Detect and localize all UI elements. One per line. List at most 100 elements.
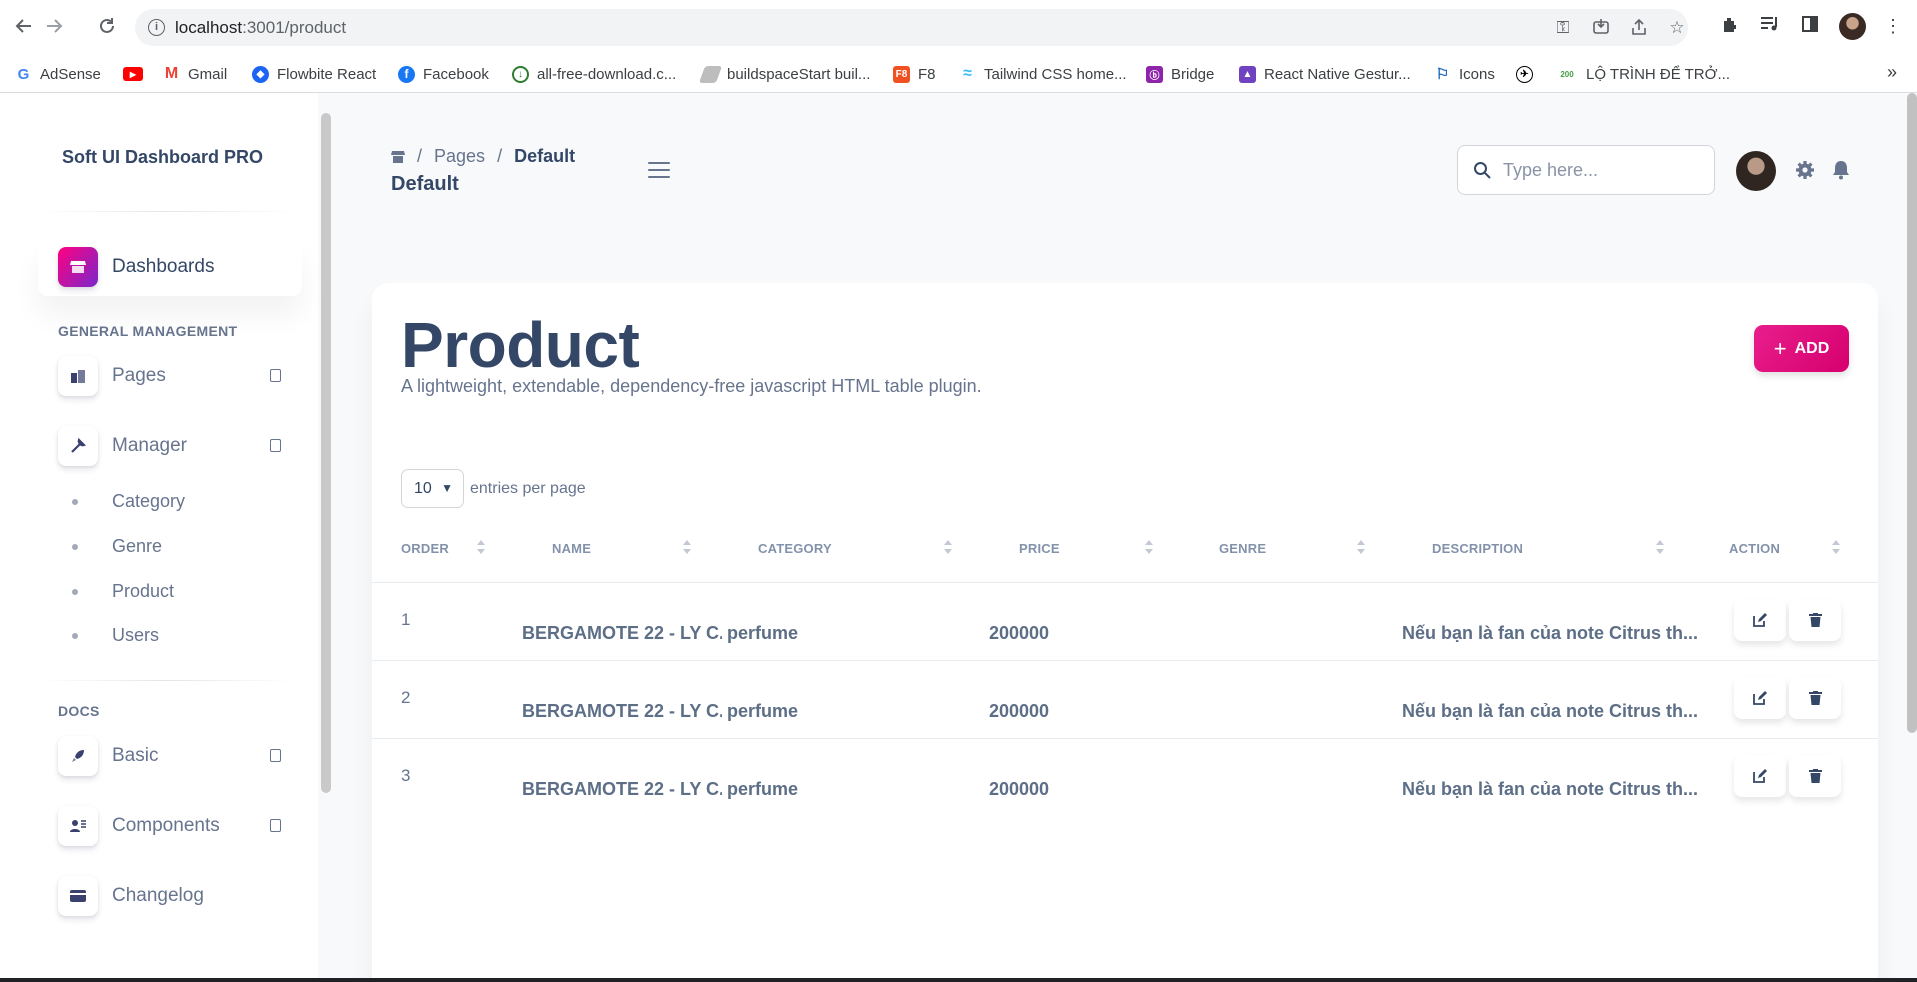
bookmarks-overflow-icon[interactable]: »: [1887, 62, 1897, 83]
sort-icon[interactable]: [1655, 538, 1665, 558]
bookmark-bridge[interactable]: ⓑ Bridge: [1146, 64, 1214, 84]
bookmark-icons[interactable]: ⚐ Icons: [1434, 64, 1495, 84]
column-header-name[interactable]: NAME: [552, 541, 591, 556]
bookmark-buildspace[interactable]: buildspaceStart buil...: [698, 64, 870, 84]
cell-price: 200000: [989, 701, 1050, 721]
expand-icon[interactable]: [270, 439, 281, 452]
side-panel-icon[interactable]: [1799, 15, 1821, 37]
url-text: localhost:3001/product: [175, 18, 347, 37]
bookmark-adsense[interactable]: G AdSense: [15, 64, 101, 84]
bookmark-roadmap[interactable]: 200 LỘ TRÌNH ĐỂ TRỞ...: [1556, 64, 1730, 84]
forward-icon[interactable]: [41, 13, 67, 39]
column-header-category[interactable]: CATEGORY: [758, 541, 832, 556]
sidebar-subitem-product[interactable]: Product: [72, 581, 174, 602]
card-title: Product: [401, 309, 640, 381]
column-header-genre[interactable]: GENRE: [1219, 541, 1266, 556]
expand-icon[interactable]: [270, 819, 281, 832]
media-queue-icon[interactable]: [1759, 15, 1781, 37]
bell-icon[interactable]: [1830, 160, 1852, 182]
expand-icon[interactable]: [270, 369, 281, 382]
breadcrumb-separator: /: [417, 146, 423, 166]
taskbar-edge: [0, 978, 1917, 982]
page-scrollbar[interactable]: [1907, 93, 1917, 733]
edit-button[interactable]: [1734, 755, 1786, 797]
add-button-label: ADD: [1794, 339, 1830, 357]
bookmark-star-icon[interactable]: ☆: [1667, 18, 1687, 38]
per-page-label: entries per page: [470, 479, 586, 497]
cell-price: 200000: [989, 779, 1050, 799]
sidebar-item-label: Dashboards: [112, 256, 215, 277]
delete-button[interactable]: [1789, 677, 1841, 719]
sidebar-item-label: Changelog: [112, 885, 204, 906]
reload-icon[interactable]: [94, 13, 120, 39]
sidebar-item-components[interactable]: Components: [38, 797, 302, 855]
bullet-icon: [72, 543, 78, 550]
profile-avatar[interactable]: [1839, 13, 1866, 40]
sidebar-subitem-category[interactable]: Category: [72, 491, 185, 512]
sidebar-scrollbar[interactable]: [321, 113, 331, 793]
sidebar-item-changelog[interactable]: Changelog: [38, 867, 302, 925]
sidebar-item-label: Basic: [112, 745, 159, 766]
bookmark-f8[interactable]: F8 F8: [893, 64, 936, 84]
delete-button[interactable]: [1789, 599, 1841, 641]
delete-button[interactable]: [1789, 755, 1841, 797]
sort-icon[interactable]: [1144, 538, 1154, 558]
install-icon[interactable]: [1591, 18, 1611, 38]
user-avatar[interactable]: [1736, 151, 1776, 191]
bookmark-flowbite[interactable]: ◆ Flowbite React: [252, 64, 376, 84]
cell-description: Nếu bạn là fan của note Citrus th...: [1402, 701, 1697, 721]
cell-description: Nếu bạn là fan của note Citrus th...: [1402, 623, 1697, 643]
bookmark-plane[interactable]: ✈: [1516, 64, 1541, 84]
sidebar-subitem-users[interactable]: Users: [72, 625, 159, 646]
gear-icon[interactable]: [1794, 160, 1816, 182]
sort-icon[interactable]: [1356, 538, 1366, 558]
cell-name: BERGAMOTE 22 - LY C...: [522, 779, 722, 799]
column-header-action[interactable]: ACTION: [1729, 541, 1780, 556]
app-viewport: Soft UI Dashboard PRO Dashboards GENERAL…: [0, 93, 1917, 982]
sort-icon[interactable]: [943, 538, 953, 558]
bookmark-gmail[interactable]: M Gmail: [163, 64, 227, 84]
sidebar-item-manager[interactable]: Manager: [38, 417, 302, 475]
search-input[interactable]: [1503, 159, 1703, 181]
sidebar-divider: [40, 680, 295, 681]
back-icon[interactable]: [11, 13, 37, 39]
sidebar-item-dashboards[interactable]: Dashboards: [38, 238, 302, 296]
extensions-icon[interactable]: [1719, 15, 1741, 37]
hamburger-menu-icon[interactable]: [648, 162, 670, 178]
home-icon[interactable]: [391, 150, 405, 164]
sidebar-item-basic[interactable]: Basic: [38, 727, 302, 785]
browser-menu-icon[interactable]: ⋮: [1882, 15, 1904, 37]
edit-button[interactable]: [1734, 677, 1786, 719]
column-header-price[interactable]: PRICE: [1019, 541, 1060, 556]
address-bar[interactable]: i localhost:3001/product ⚿ ☆: [135, 9, 1688, 46]
per-page-select[interactable]: 10 ▼: [401, 469, 464, 508]
brand-name[interactable]: Soft UI Dashboard PRO: [62, 147, 263, 168]
column-header-description[interactable]: DESCRIPTION: [1432, 541, 1523, 556]
sort-icon[interactable]: [1831, 538, 1841, 558]
bookmark-react-native[interactable]: ▲ React Native Gestur...: [1239, 64, 1411, 84]
expand-icon[interactable]: [270, 749, 281, 762]
edit-button[interactable]: [1734, 599, 1786, 641]
sidebar-subitem-genre[interactable]: Genre: [72, 536, 162, 557]
column-header-order[interactable]: ORDER: [401, 541, 449, 556]
browser-chrome: i localhost:3001/product ⚿ ☆ ⋮ GAdSense: [0, 0, 1917, 93]
sidebar-item-pages[interactable]: Pages: [38, 347, 302, 405]
add-button[interactable]: + ADD: [1754, 325, 1849, 372]
site-info-icon[interactable]: i: [148, 19, 165, 36]
breadcrumb-separator: /: [497, 146, 503, 166]
sort-icon[interactable]: [682, 538, 692, 558]
bookmark-youtube[interactable]: ▶: [123, 64, 151, 84]
share-icon[interactable]: [1629, 18, 1649, 38]
breadcrumb-pages[interactable]: Pages: [434, 146, 485, 167]
bookmark-facebook[interactable]: f Facebook: [398, 64, 489, 84]
table-divider: [372, 738, 1878, 739]
card-subtitle: A lightweight, extendable, dependency-fr…: [401, 376, 982, 396]
plane-icon: ✈: [1516, 65, 1533, 83]
sort-icon[interactable]: [476, 538, 486, 558]
section-docs: DOCS: [58, 703, 100, 719]
bookmark-all-free-download[interactable]: ↓ all-free-download.c...: [512, 64, 676, 84]
bookmark-tailwind[interactable]: ≈ Tailwind CSS home...: [959, 64, 1126, 84]
cell-order: 3: [401, 766, 411, 785]
key-icon[interactable]: ⚿: [1553, 18, 1573, 38]
table-divider: [372, 582, 1878, 583]
